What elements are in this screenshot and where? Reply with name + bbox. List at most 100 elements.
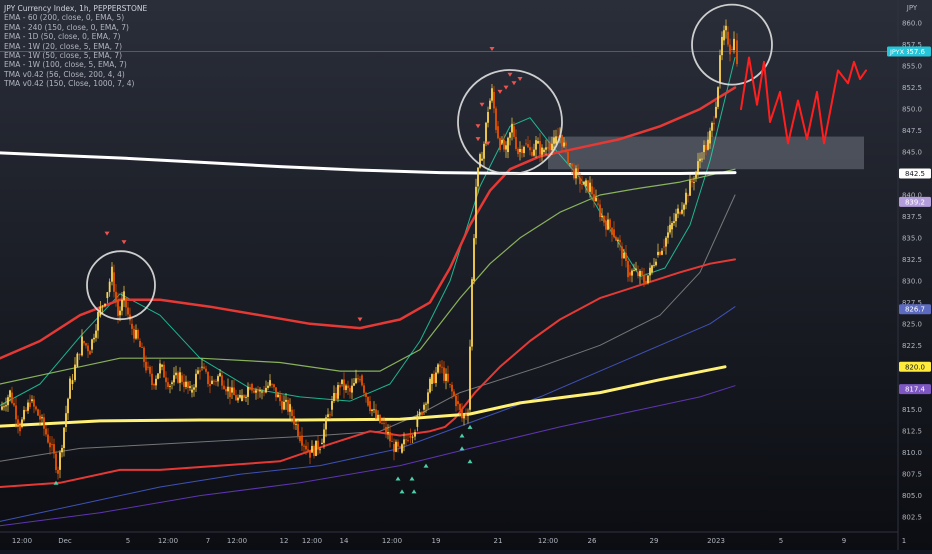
candle-body — [465, 414, 467, 416]
candle-body — [505, 145, 507, 150]
candle-body — [111, 266, 113, 282]
candle-body — [311, 445, 313, 453]
candle-body — [141, 347, 143, 348]
price-axis-label: 825.0 — [902, 320, 922, 328]
candle-body — [425, 403, 427, 405]
candle-body — [569, 163, 571, 165]
candle-body — [106, 292, 109, 299]
candle-body — [449, 383, 451, 385]
candle-body — [291, 409, 293, 417]
candle-body — [149, 366, 151, 374]
price-axis-label: 837.5 — [902, 213, 922, 221]
candle-body — [627, 260, 629, 278]
candle-body — [121, 299, 123, 311]
candle-body — [703, 145, 705, 153]
candle-body — [193, 387, 195, 390]
candle-body — [125, 298, 127, 308]
candle-body — [418, 411, 421, 416]
candle-body — [381, 422, 383, 424]
time-axis-label: 9 — [842, 537, 846, 545]
candle-body — [195, 373, 197, 388]
candle-body — [423, 404, 425, 410]
candle-body — [307, 449, 309, 451]
candle-body — [609, 219, 611, 228]
price-axis-label: 802.5 — [902, 514, 922, 522]
candle-body — [543, 149, 545, 153]
candle-body — [165, 377, 167, 383]
candle-body — [643, 275, 645, 283]
candle-body — [25, 409, 27, 411]
candle-body — [143, 347, 145, 362]
candle-body — [67, 398, 69, 414]
time-axis-label: 7 — [206, 537, 210, 545]
candle-body — [207, 371, 209, 385]
candle-body — [697, 161, 699, 172]
candle-body — [477, 167, 479, 187]
candle-body — [403, 439, 405, 445]
candle-body — [319, 449, 321, 451]
candle-body — [525, 143, 527, 145]
time-axis-label: Dec — [58, 537, 72, 545]
price-axis-label: 845.0 — [902, 149, 922, 157]
candle-body — [303, 445, 305, 447]
candle-body — [271, 383, 273, 385]
candle-body — [179, 372, 181, 383]
candle-body — [309, 450, 311, 458]
candle-body — [409, 435, 412, 438]
candle-body — [245, 396, 247, 398]
candle-body — [599, 204, 601, 218]
candle-body — [23, 409, 25, 420]
candle-body — [429, 378, 431, 393]
candle-body — [225, 389, 227, 392]
candle-body — [401, 444, 403, 453]
candle-body — [269, 380, 271, 386]
candle-body — [83, 341, 85, 344]
candle-body — [665, 237, 667, 247]
candle-body — [719, 55, 721, 84]
candle-body — [485, 122, 487, 144]
candle-body — [667, 232, 669, 238]
candle-body — [397, 441, 399, 447]
legend-line: TMA v0.42 (150, Close, 1000, 7, 4) — [4, 79, 135, 89]
candle-body — [377, 414, 379, 419]
candle-body — [461, 409, 463, 419]
candle-body — [221, 375, 223, 386]
candle-body — [663, 246, 665, 248]
candle-body — [533, 149, 535, 156]
candle-body — [353, 383, 355, 386]
candle-body — [201, 366, 203, 368]
candle-body — [583, 181, 585, 185]
candle-body — [629, 272, 631, 276]
candle-body — [43, 417, 45, 429]
candle-body — [695, 171, 697, 178]
candle-body — [257, 390, 259, 392]
price-badge-label: 839.2 — [905, 198, 925, 206]
candle-body — [615, 237, 617, 241]
candle-body — [647, 275, 649, 284]
candle-body — [369, 401, 371, 412]
candle-body — [78, 353, 81, 356]
candle-body — [475, 186, 477, 239]
candle-body — [635, 268, 637, 271]
candle-body — [427, 392, 429, 404]
candle-body — [367, 396, 369, 406]
candle-body — [711, 122, 713, 131]
candle-body — [131, 323, 133, 329]
candle-body — [587, 180, 589, 192]
candle-body — [341, 379, 343, 384]
candle-body — [281, 401, 283, 410]
price-badge-label: 842.5 — [905, 170, 925, 178]
candle-body — [123, 291, 125, 300]
candle-body — [259, 390, 261, 392]
price-axis-label: 832.5 — [902, 256, 922, 264]
candle-body — [343, 379, 345, 390]
candle-body — [63, 427, 65, 449]
candle-body — [731, 48, 733, 51]
candle-body — [641, 270, 643, 276]
candle-body — [355, 378, 357, 384]
time-axis-label: 29 — [650, 537, 659, 545]
candle-body — [101, 305, 104, 307]
candle-body — [683, 204, 685, 210]
candle-body — [439, 364, 441, 367]
currency-label: JPY — [906, 4, 918, 12]
